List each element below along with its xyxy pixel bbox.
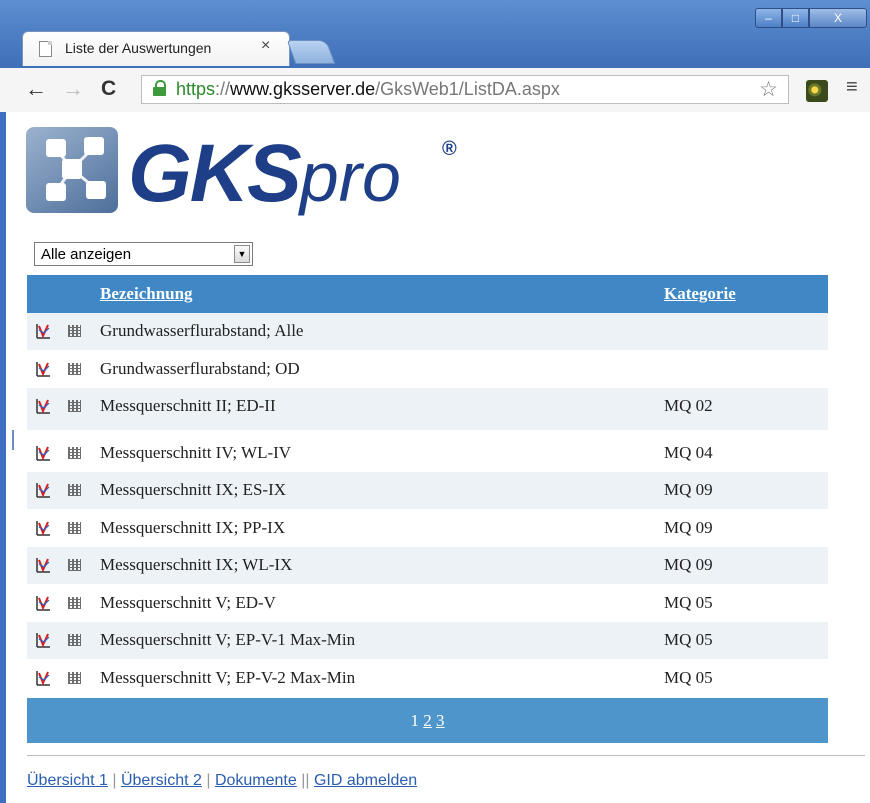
row-name[interactable]: Messquerschnitt V; EP-V-1 Max-Min xyxy=(100,630,355,650)
minimize-button[interactable]: – xyxy=(755,8,782,28)
chart-icon[interactable] xyxy=(35,445,51,461)
close-window-button[interactable]: X xyxy=(809,8,867,28)
scroll-marker xyxy=(12,430,14,450)
tab-title: Liste der Auswertungen xyxy=(65,40,212,56)
footer-separator: | xyxy=(107,772,121,789)
browser-tab[interactable]: Liste der Auswertungen × xyxy=(22,31,290,66)
row-name[interactable]: Messquerschnitt IX; PP-IX xyxy=(100,518,285,538)
chart-icon[interactable] xyxy=(35,482,51,498)
table-view-icon[interactable] xyxy=(68,559,81,571)
table-view-icon[interactable] xyxy=(68,325,81,337)
extension-icon[interactable] xyxy=(806,80,828,102)
sort-by-category-link[interactable]: Kategorie xyxy=(664,284,736,304)
row-name[interactable]: Messquerschnitt IV; WL-IV xyxy=(100,443,291,463)
table-header: Bezeichnung Kategorie xyxy=(27,275,828,313)
row-category: MQ 05 xyxy=(664,668,713,687)
chart-icon[interactable] xyxy=(35,595,51,611)
chart-icon[interactable] xyxy=(35,398,51,414)
forward-arrow-icon[interactable]: → xyxy=(62,76,84,102)
table-row: Grundwasserflurabstand; OD xyxy=(27,351,828,388)
address-bar[interactable]: https://www.gksserver.de/GksWeb1/ListDA.… xyxy=(141,75,789,104)
row-name[interactable]: Messquerschnitt II; ED-II xyxy=(100,396,276,416)
row-name[interactable]: Messquerschnitt IX; ES-IX xyxy=(100,480,286,500)
filter-select[interactable]: Alle anzeigen ▼ xyxy=(34,242,253,266)
pager-link-3[interactable]: 3 xyxy=(436,711,445,730)
table-row: Messquerschnitt IX; ES-IX MQ 09 xyxy=(27,472,828,509)
table-row: Grundwasserflurabstand; Alle xyxy=(27,313,828,350)
brand-logo: GKSpro xyxy=(128,128,401,219)
row-name[interactable]: Messquerschnitt V; EP-V-2 Max-Min xyxy=(100,668,355,688)
table-view-icon[interactable] xyxy=(68,484,81,496)
table-view-icon[interactable] xyxy=(68,522,81,534)
chart-icon[interactable] xyxy=(35,557,51,573)
pager: 1 2 3 xyxy=(27,698,828,743)
table-view-icon[interactable] xyxy=(68,363,81,375)
row-category: MQ 09 xyxy=(664,518,713,537)
footer-separator: || xyxy=(296,772,314,789)
chart-icon[interactable] xyxy=(35,323,51,339)
sort-by-name-link[interactable]: Bezeichnung xyxy=(100,284,193,304)
row-category: MQ 02 xyxy=(664,396,713,415)
lock-icon xyxy=(153,80,166,96)
table-view-icon[interactable] xyxy=(68,447,81,459)
chart-icon[interactable] xyxy=(35,361,51,377)
url-text[interactable]: https://www.gksserver.de/GksWeb1/ListDA.… xyxy=(176,79,560,100)
overview-1-link[interactable]: Übersicht 1 xyxy=(27,772,108,789)
overview-2-link[interactable]: Übersicht 2 xyxy=(121,772,202,789)
registered-mark: ® xyxy=(442,138,457,160)
pager-current-page: 1 xyxy=(410,711,420,730)
chevron-down-icon[interactable]: ▼ xyxy=(234,245,250,263)
row-separator xyxy=(27,425,828,430)
row-name[interactable]: Messquerschnitt V; ED-V xyxy=(100,593,276,613)
logout-link[interactable]: GID abmelden xyxy=(314,772,417,789)
table-view-icon[interactable] xyxy=(68,400,81,412)
logo-network-icon xyxy=(26,127,118,213)
table-row: Messquerschnitt V; EP-V-1 Max-Min MQ 05 xyxy=(27,622,828,659)
menu-icon[interactable]: ≡ xyxy=(846,76,858,99)
page-icon xyxy=(39,41,52,57)
table-row: Messquerschnitt V; ED-V MQ 05 xyxy=(27,585,828,622)
table-row: Messquerschnitt V; EP-V-2 Max-Min MQ 05 xyxy=(27,660,828,697)
browser-toolbar: ← → C https://www.gksserver.de/GksWeb1/L… xyxy=(0,68,870,113)
footer-nav: Übersicht 1 | Übersicht 2 | Dokumente ||… xyxy=(27,772,417,790)
row-category: MQ 05 xyxy=(664,593,713,612)
maximize-button[interactable]: □ xyxy=(782,8,809,28)
back-arrow-icon[interactable]: ← xyxy=(25,76,47,102)
table-row: Messquerschnitt II; ED-II MQ 02 xyxy=(27,388,828,425)
chart-icon[interactable] xyxy=(35,670,51,686)
row-category: MQ 05 xyxy=(664,630,713,649)
documents-link[interactable]: Dokumente xyxy=(215,772,297,789)
window-controls: – □ X xyxy=(755,8,867,28)
reload-icon[interactable]: C xyxy=(101,76,116,102)
row-name[interactable]: Grundwasserflurabstand; OD xyxy=(100,359,300,379)
table-row: Messquerschnitt IV; WL-IV MQ 04 xyxy=(27,435,828,472)
table-view-icon[interactable] xyxy=(68,672,81,684)
table-row: Messquerschnitt IX; PP-IX MQ 09 xyxy=(27,510,828,547)
divider xyxy=(27,755,865,756)
table-view-icon[interactable] xyxy=(68,634,81,646)
row-name[interactable]: Grundwasserflurabstand; Alle xyxy=(100,321,303,341)
row-category: MQ 09 xyxy=(664,480,713,499)
bookmark-star-icon[interactable]: ☆ xyxy=(759,77,778,102)
table-view-icon[interactable] xyxy=(68,597,81,609)
table-row: Messquerschnitt IX; WL-IX MQ 09 xyxy=(27,547,828,584)
row-name[interactable]: Messquerschnitt IX; WL-IX xyxy=(100,555,292,575)
chart-icon[interactable] xyxy=(35,632,51,648)
chart-icon[interactable] xyxy=(35,520,51,536)
filter-selected-value: Alle anzeigen xyxy=(41,246,132,263)
tab-close-icon[interactable]: × xyxy=(261,37,270,55)
row-category: MQ 09 xyxy=(664,555,713,574)
footer-separator: | xyxy=(201,772,215,789)
row-category: MQ 04 xyxy=(664,443,713,462)
pager-link-2[interactable]: 2 xyxy=(423,711,432,730)
